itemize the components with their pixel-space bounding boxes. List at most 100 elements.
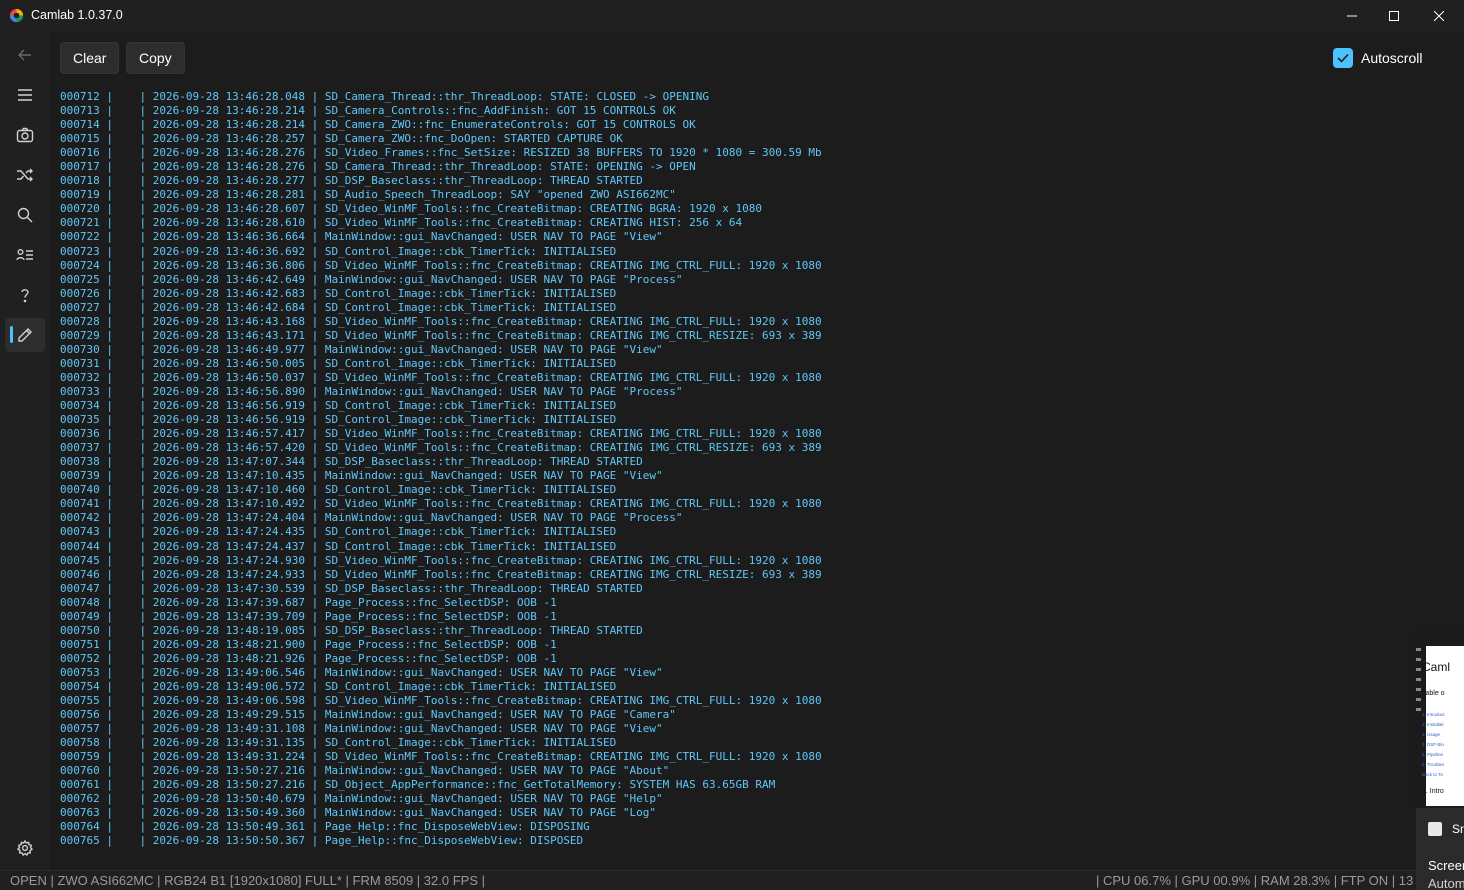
thumbnail-toc-link: 3. Usage: [1422, 732, 1441, 737]
nav-item-settings[interactable]: [5, 831, 45, 865]
nav-item-help[interactable]: [5, 278, 45, 312]
log-line: 000732 | | 2026-09-28 13:46:50.037 | SD_…: [60, 370, 822, 384]
status-right: | CPU 06.7% | GPU 00.9% | RAM 28.3% | FT…: [1096, 873, 1414, 888]
status-left: OPEN | ZWO ASI662MC | RGB24 B1 [1920x108…: [10, 873, 485, 888]
notification-body: Autom: [1428, 876, 1464, 890]
log-line: 000726 | | 2026-09-28 13:46:42.683 | SD_…: [60, 286, 617, 300]
log-line: 000713 | | 2026-09-28 13:46:28.214 | SD_…: [60, 104, 676, 118]
log-line: 000728 | | 2026-09-28 13:46:43.168 | SD_…: [60, 314, 822, 328]
log-line: 000759 | | 2026-09-28 13:49:31.224 | SD_…: [60, 750, 822, 764]
back-arrow-icon: [18, 49, 31, 61]
log-line: 000712 | | 2026-09-28 13:46:28.048 | SD_…: [60, 90, 710, 103]
nav-item-camera[interactable]: [5, 118, 45, 152]
log-line: 000750 | | 2026-09-28 13:48:19.085 | SD_…: [60, 623, 643, 637]
log-line: 000764 | | 2026-09-28 13:50:49.361 | Pag…: [60, 820, 590, 834]
snipping-tool-icon: [1428, 822, 1442, 836]
thumbnail-toc-heading: Table o: [1422, 690, 1445, 697]
log-line: 000753 | | 2026-09-28 13:49:06.546 | Mai…: [60, 665, 663, 679]
notification-app-name: Sn: [1452, 822, 1464, 836]
thumbnail-intro-heading: 1. Intro: [1422, 788, 1444, 795]
log-line: 000734 | | 2026-09-28 13:46:56.919 | SD_…: [60, 399, 617, 413]
log-line: 000748 | | 2026-09-28 13:47:39.687 | Pag…: [60, 595, 557, 609]
nav-item-log[interactable]: [5, 318, 45, 352]
log-line: 000752 | | 2026-09-28 13:48:21.926 | Pag…: [60, 651, 557, 665]
log-line: 000722 | | 2026-09-28 13:46:36.664 | Mai…: [60, 230, 663, 244]
maximize-button[interactable]: [1371, 0, 1417, 32]
log-line: 000747 | | 2026-09-28 13:47:30.539 | SD_…: [60, 581, 643, 595]
nav-item-view[interactable]: [5, 198, 45, 232]
log-line: 000749 | | 2026-09-28 13:47:39.709 | Pag…: [60, 609, 557, 623]
log-line: 000737 | | 2026-09-28 13:46:57.420 | SD_…: [60, 441, 822, 455]
minimize-icon: [1347, 15, 1357, 17]
log-line: 000718 | | 2026-09-28 13:46:28.277 | SD_…: [60, 174, 643, 188]
log-line: 000741 | | 2026-09-28 13:47:10.492 | SD_…: [60, 497, 822, 511]
thumbnail-toc-link: 1. Introduct: [1422, 712, 1445, 717]
log-line: 000717 | | 2026-09-28 13:46:28.276 | SD_…: [60, 160, 696, 174]
navigation-rail: [0, 32, 50, 870]
settings-gear-icon: [17, 840, 33, 856]
pencil-log-icon: [18, 328, 32, 342]
log-line: 000714 | | 2026-09-28 13:46:28.214 | SD_…: [60, 118, 696, 132]
log-line: 000755 | | 2026-09-28 13:49:06.598 | SD_…: [60, 694, 822, 708]
log-line: 000742 | | 2026-09-28 13:47:24.404 | Mai…: [60, 511, 683, 525]
process-list-icon: [16, 249, 33, 261]
clear-button[interactable]: Clear: [60, 42, 120, 74]
log-line: 000765 | | 2026-09-28 13:50:50.367 | Pag…: [60, 834, 584, 848]
thumbnail-toc-link: Back to To: [1422, 772, 1443, 777]
active-indicator: [10, 326, 13, 343]
log-line: 000724 | | 2026-09-28 13:46:36.806 | SD_…: [60, 258, 822, 272]
log-view[interactable]: 000712 | | 2026-09-28 13:46:28.048 | SD_…: [50, 82, 1410, 870]
log-line: 000738 | | 2026-09-28 13:47:07.344 | SD_…: [60, 455, 643, 469]
log-line: 000756 | | 2026-09-28 13:49:29.515 | Mai…: [60, 708, 676, 722]
close-button[interactable]: [1416, 0, 1462, 32]
log-line: 000720 | | 2026-09-28 13:46:28.607 | SD_…: [60, 202, 762, 216]
autoscroll-checkbox[interactable]: Autoscroll: [1333, 48, 1422, 68]
log-line: 000763 | | 2026-09-28 13:50:49.360 | Mai…: [60, 806, 657, 820]
help-window-thumbnail[interactable]: Caml Table o 1. Introduct 2. Installati 3.…: [1412, 628, 1464, 806]
checkbox-checked-icon[interactable]: [1333, 48, 1353, 68]
title-bar: Camlab 1.0.37.0: [0, 0, 1464, 32]
thumbnail-toc-link: 6. Troubles: [1422, 762, 1445, 767]
log-line: 000727 | | 2026-09-28 13:46:42.684 | SD_…: [60, 300, 617, 314]
nav-item-about[interactable]: [5, 238, 45, 272]
log-page: Clear Copy Autoscroll 000712 | | 2026-09…: [50, 32, 1464, 870]
log-lines: 000712 | | 2026-09-28 13:46:28.048 | SD_…: [60, 90, 822, 849]
thumbnail-toc-link: 4. DSP Blo: [1422, 742, 1444, 747]
status-bar: OPEN | ZWO ASI662MC | RGB24 B1 [1920x108…: [0, 870, 1464, 890]
thumbnail-toc-links: 1. Introduct 2. Installati 3. Usage 4. DSP …: [1422, 710, 1445, 780]
log-line: 000730 | | 2026-09-28 13:46:49.977 | Mai…: [60, 342, 663, 356]
snip-notification[interactable]: Sn Screen Autom: [1416, 808, 1464, 890]
log-line: 000754 | | 2026-09-28 13:49:06.572 | SD_…: [60, 679, 617, 693]
log-line: 000751 | | 2026-09-28 13:48:21.900 | Pag…: [60, 637, 557, 651]
log-line: 000716 | | 2026-09-28 13:46:28.276 | SD_…: [60, 146, 822, 160]
maximize-icon: [1389, 11, 1399, 21]
nav-back-button[interactable]: [5, 38, 45, 72]
notification-title: Screen: [1428, 858, 1464, 873]
thumbnail-title: Caml: [1422, 660, 1451, 674]
log-line: 000761 | | 2026-09-28 13:50:27.216 | SD_…: [60, 778, 776, 792]
log-line: 000731 | | 2026-09-28 13:46:50.005 | SD_…: [60, 356, 617, 370]
search-icon: [17, 207, 33, 223]
nav-item-process[interactable]: [5, 158, 45, 192]
camlab-logo-icon: [9, 8, 24, 23]
minimize-button[interactable]: [1329, 0, 1375, 32]
help-icon: [21, 289, 29, 303]
log-line: 000721 | | 2026-09-28 13:46:28.610 | SD_…: [60, 216, 743, 230]
camera-icon: [16, 127, 34, 143]
log-line: 000739 | | 2026-09-28 13:47:10.435 | Mai…: [60, 469, 663, 483]
autoscroll-label: Autoscroll: [1361, 50, 1423, 66]
log-line: 000736 | | 2026-09-28 13:46:57.417 | SD_…: [60, 427, 822, 441]
log-line: 000740 | | 2026-09-28 13:47:10.460 | SD_…: [60, 483, 617, 497]
log-line: 000723 | | 2026-09-28 13:46:36.692 | SD_…: [60, 244, 617, 258]
log-line: 000746 | | 2026-09-28 13:47:24.933 | SD_…: [60, 567, 822, 581]
log-line: 000719 | | 2026-09-28 13:46:28.281 | SD_…: [60, 188, 676, 202]
thumbnail-toc-link: 5. Pipeline: [1422, 752, 1444, 757]
copy-button[interactable]: Copy: [126, 42, 185, 74]
log-line: 000744 | | 2026-09-28 13:47:24.437 | SD_…: [60, 539, 617, 553]
log-line: 000715 | | 2026-09-28 13:46:28.257 | SD_…: [60, 132, 623, 146]
nav-menu-button[interactable]: [5, 78, 45, 112]
log-line: 000758 | | 2026-09-28 13:49:31.135 | SD_…: [60, 736, 617, 750]
log-line: 000729 | | 2026-09-28 13:46:43.171 | SD_…: [60, 328, 822, 342]
log-line: 000743 | | 2026-09-28 13:47:24.435 | SD_…: [60, 525, 617, 539]
log-line: 000760 | | 2026-09-28 13:50:27.216 | Mai…: [60, 764, 670, 778]
